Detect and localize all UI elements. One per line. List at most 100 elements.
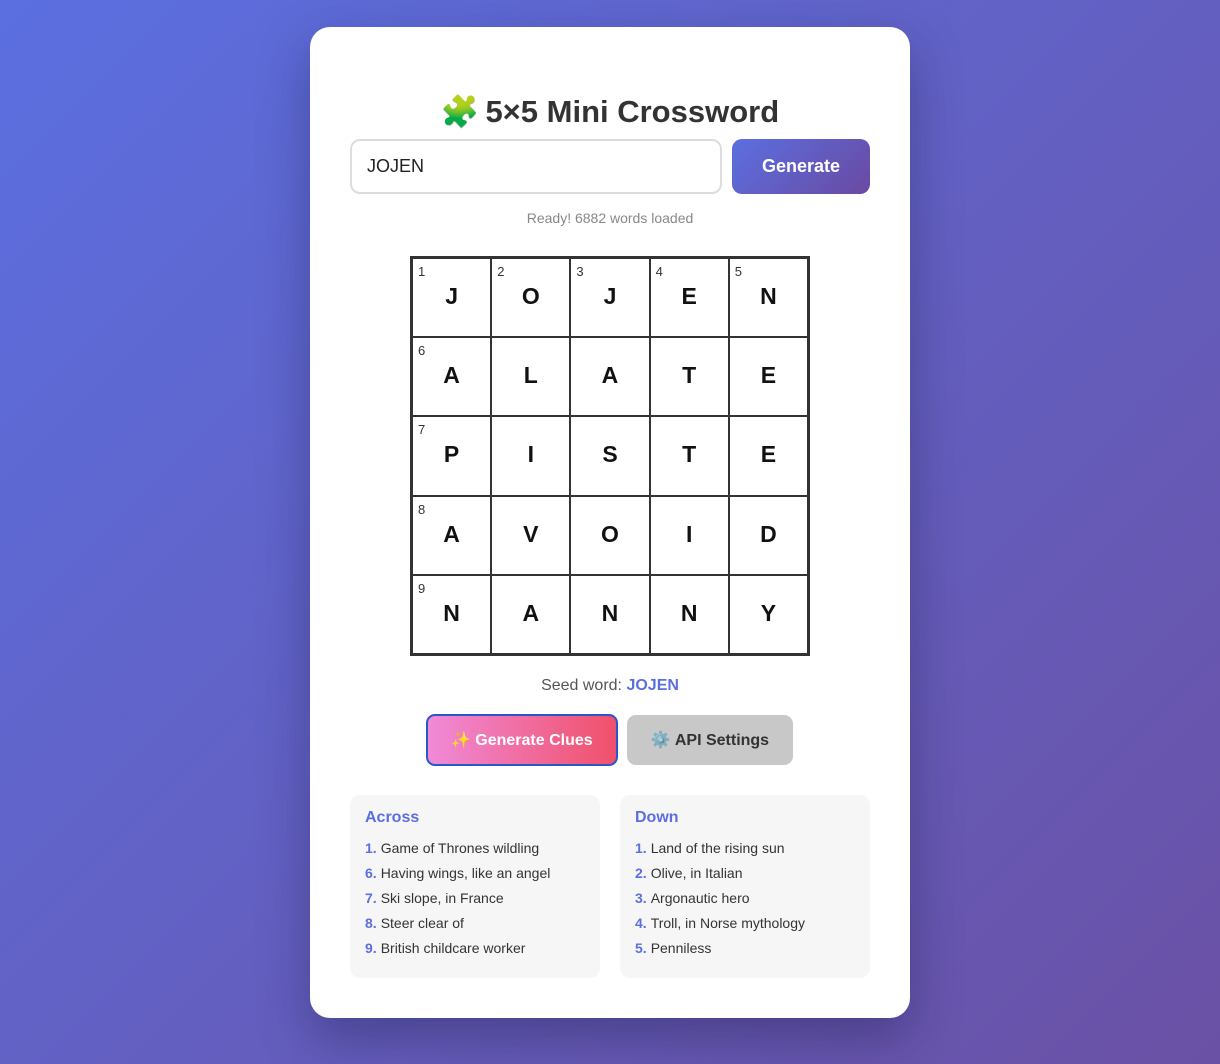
cell-letter: L [523,362,538,389]
cell-number: 6 [418,343,426,359]
cell-number: 4 [655,264,663,279]
clue-text: Troll, in Norse mythology [650,915,805,931]
grid-cell[interactable]: N [650,575,728,653]
clue-text: Argonautic hero [650,890,750,906]
grid-cell[interactable]: 2O [492,259,570,337]
api-settings-label: API Settings [674,732,770,749]
crossword-grid: 1J2O3J4E5N6ALATE7PISTE8AVOID9NANNY [410,256,810,656]
cell-number: 9 [418,580,426,596]
clue-item: 9. British childcare worker [365,936,585,961]
clue-item: 4. Troll, in Norse mythology [635,911,855,936]
grid-cell[interactable]: A [492,575,570,653]
cell-letter: O [601,520,619,547]
cell-letter: Y [760,599,777,626]
grid-cell[interactable]: I [650,496,728,574]
clue-text: Ski slope, in France [380,890,504,906]
cell-number: 1 [418,264,426,279]
grid-cell[interactable]: I [492,417,570,495]
grid-cell[interactable]: 7P [413,417,491,495]
seed-word-label: Seed word: [541,677,622,694]
cell-letter: A [443,520,460,547]
grid-cell[interactable]: E [729,338,807,416]
grid-cell[interactable]: N [571,575,649,653]
grid-cell[interactable]: 3J [571,259,649,337]
down-clues-panel: Down 1. Land of the rising sun 2. Olive, in… [620,795,870,978]
grid-cell[interactable]: T [650,417,728,495]
clue-item: 5. Penniless [635,936,855,961]
cell-number: 5 [734,264,743,279]
cell-letter: T [682,441,697,468]
clue-text: Penniless [650,940,712,956]
clue-number: 1. [365,840,377,856]
sparkles-icon: ✨ [451,730,472,749]
crossword-card: 🧩5×5 Mini Crossword Generate Ready! 6882… [310,27,910,1018]
down-heading: Down [635,809,679,826]
cell-letter: N [601,599,619,626]
grid-cell[interactable]: S [571,417,649,495]
grid-cell[interactable]: 5N [729,259,807,337]
grid-cell[interactable]: D [729,496,807,574]
grid-cell[interactable]: T [650,338,728,416]
cell-letter: S [602,441,618,468]
api-settings-button[interactable]: ⚙️ API Settings [627,715,793,765]
puzzle-piece-icon: 🧩 [440,94,480,130]
grid-cell[interactable]: 6A [413,338,491,416]
cell-letter: T [682,362,697,389]
cell-letter: N [760,283,777,309]
grid-cell[interactable]: 9N [413,575,491,653]
status-text: Ready! 6882 words loaded [526,210,694,226]
clue-item: 1. Land of the rising sun [635,836,855,861]
cell-number: 8 [418,501,426,517]
clue-number: 2. [635,865,647,881]
clue-text: Land of the rising sun [650,840,785,856]
clue-number: 3. [635,890,647,906]
clue-text: Game of Thrones wildling [380,840,540,856]
grid-cell[interactable]: 8A [413,496,491,574]
cell-letter: D [760,520,777,547]
clue-text: Olive, in Italian [650,865,743,881]
cell-letter: I [527,441,534,468]
grid-cell[interactable]: 1J [413,259,491,337]
cell-number: 7 [418,422,426,438]
cell-letter: A [601,362,619,389]
generate-clues-button[interactable]: ✨ Generate Clues [426,714,618,766]
cell-number: 3 [576,264,584,279]
clue-number: 5. [635,940,647,956]
clue-number: 9. [365,940,377,956]
grid-cell[interactable]: E [729,417,807,495]
clue-item: 8. Steer clear of [365,911,585,936]
grid-cell[interactable]: O [571,496,649,574]
seed-word-value: JOJEN [626,677,679,694]
cell-letter: A [443,362,460,389]
cell-letter: E [681,283,697,309]
clue-number: 8. [365,915,377,931]
clue-number: 4. [635,915,647,931]
clue-number: 1. [635,840,647,856]
gear-icon: ⚙️ [650,730,671,749]
cell-letter: E [760,441,777,468]
grid-cell[interactable]: L [492,338,570,416]
across-clues-panel: Across 1. Game of Thrones wildling 6. Havin… [350,795,600,978]
grid-cell[interactable]: 4E [650,259,728,337]
clue-text: Steer clear of [380,915,464,931]
page-title: 🧩 5×5 Mini Crossword [310,93,910,130]
seed-word-line: Seed word: JOJEN [310,677,910,695]
cell-letter: N [680,599,698,626]
grid-cell[interactable]: A [571,338,649,416]
clue-number: 7. [365,890,377,906]
cell-letter: J [445,283,458,309]
clue-item: 7. Ski slope, in France [365,886,585,911]
down-clue-list: 1. Land of the rising sun 2. Olive, in Ital… [635,836,855,961]
cell-letter: N [443,599,460,626]
cell-letter: A [522,599,540,626]
cell-letter: E [760,362,777,389]
grid-cell[interactable]: Y [729,575,807,653]
cell-letter: P [443,441,460,468]
generate-button[interactable]: Generate [732,139,870,194]
clue-item: 3. Argonautic hero [635,886,855,911]
clue-text: Having wings, like an angel [380,865,551,881]
clue-item: 2. Olive, in Italian [635,861,855,886]
grid-cell[interactable]: V [492,496,570,574]
seed-word-input[interactable] [350,139,722,194]
cell-number: 2 [497,264,505,279]
